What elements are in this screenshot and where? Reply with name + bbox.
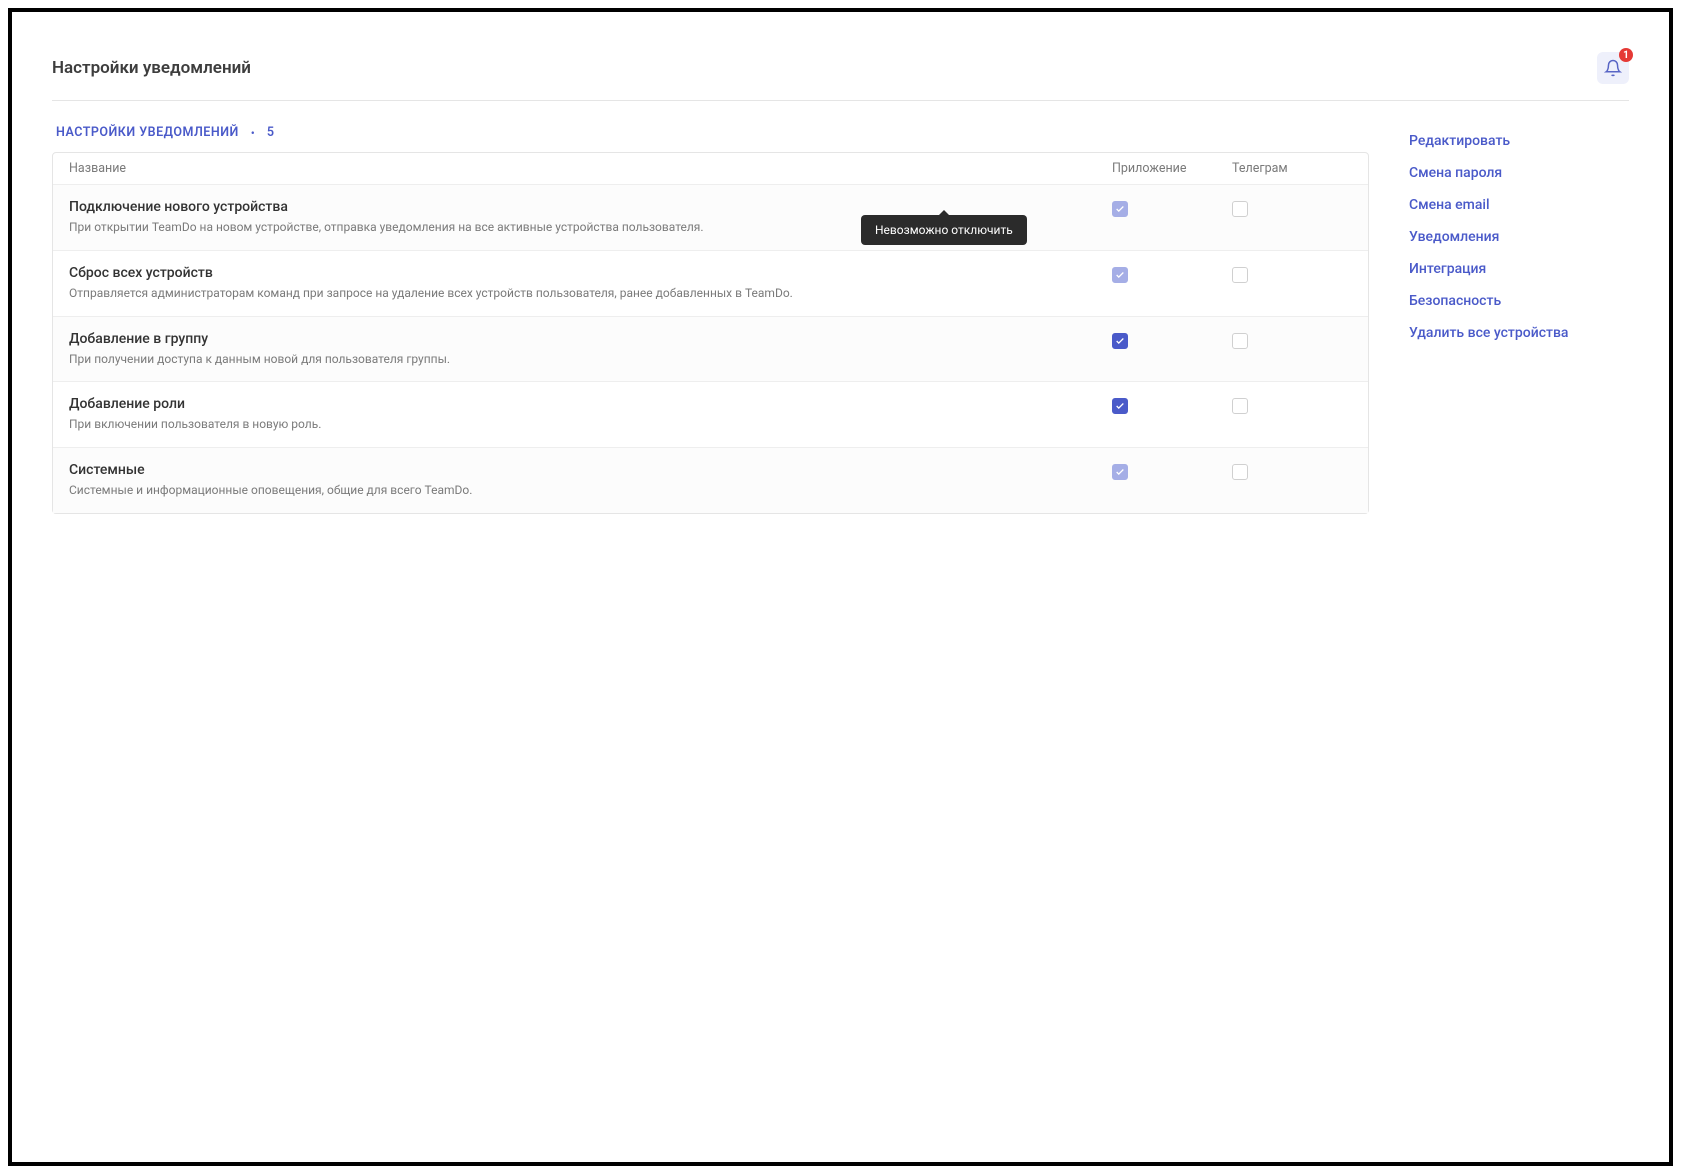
notifications-button[interactable]: 1 — [1597, 52, 1629, 84]
row-app-cell — [1112, 331, 1232, 349]
page-header: Настройки уведомлений 1 — [52, 52, 1629, 101]
column-app: Приложение — [1112, 161, 1232, 176]
bell-icon — [1604, 59, 1622, 77]
app-checkbox[interactable] — [1112, 333, 1128, 349]
telegram-checkbox[interactable] — [1232, 464, 1248, 480]
check-icon — [1115, 401, 1125, 411]
table-row: Системные Системные и информационные опов… — [53, 447, 1368, 513]
sidebar-link[interactable]: Смена пароля — [1409, 157, 1629, 189]
row-title: Системные — [69, 462, 1112, 478]
telegram-checkbox[interactable] — [1232, 201, 1248, 217]
row-title: Добавление роли — [69, 396, 1112, 412]
sidebar-link[interactable]: Интеграция — [1409, 253, 1629, 285]
page-title: Настройки уведомлений — [52, 58, 251, 78]
telegram-checkbox[interactable] — [1232, 267, 1248, 283]
row-telegram-cell — [1232, 331, 1352, 349]
app-checkbox[interactable] — [1112, 398, 1128, 414]
row-telegram-cell — [1232, 396, 1352, 414]
app-checkbox — [1112, 267, 1128, 283]
row-title: Добавление в группу — [69, 331, 1112, 347]
table-row: Добавление роли При включении пользовател… — [53, 381, 1368, 447]
row-telegram-cell — [1232, 199, 1352, 217]
row-name-cell: Добавление в группу При получении доступа… — [69, 331, 1112, 368]
row-description: При включении пользователя в новую роль. — [69, 416, 1112, 433]
row-app-cell — [1112, 462, 1232, 480]
sidebar-link[interactable]: Уведомления — [1409, 221, 1629, 253]
section-count: 5 — [267, 125, 274, 140]
telegram-checkbox[interactable] — [1232, 333, 1248, 349]
column-name: Название — [69, 161, 1112, 176]
section-title: НАСТРОЙКИ УВЕДОМЛЕНИЙ — [56, 125, 239, 140]
sidebar-link[interactable]: Безопасность — [1409, 285, 1629, 317]
notifications-table: Название Приложение Телеграм Подключение… — [52, 152, 1369, 514]
row-description: Системные и информационные оповещения, о… — [69, 482, 1112, 499]
row-title: Подключение нового устройства — [69, 199, 1112, 215]
sidebar-link[interactable]: Смена email — [1409, 189, 1629, 221]
notification-badge: 1 — [1619, 48, 1633, 62]
row-app-cell — [1112, 396, 1232, 414]
row-name-cell: Подключение нового устройства При открыти… — [69, 199, 1112, 236]
row-description: Отправляется администраторам команд при … — [69, 285, 1112, 302]
row-name-cell: Системные Системные и информационные опов… — [69, 462, 1112, 499]
row-telegram-cell — [1232, 462, 1352, 480]
row-name-cell: Добавление роли При включении пользовател… — [69, 396, 1112, 433]
table-body: Подключение нового устройства При открыти… — [53, 184, 1368, 513]
row-description: При открытии TeamDo на новом устройстве,… — [69, 219, 1112, 236]
check-icon — [1115, 270, 1125, 280]
check-icon — [1115, 336, 1125, 346]
app-checkbox — [1112, 464, 1128, 480]
section-header: НАСТРОЙКИ УВЕДОМЛЕНИЙ • 5 — [52, 125, 1369, 140]
sidebar-link[interactable]: Удалить все устройства — [1409, 317, 1629, 349]
app-checkbox — [1112, 201, 1128, 217]
telegram-checkbox[interactable] — [1232, 398, 1248, 414]
row-description: При получении доступа к данным новой для… — [69, 351, 1112, 368]
table-row: Подключение нового устройства При открыти… — [53, 184, 1368, 250]
row-name-cell: Сброс всех устройств Отправляется админис… — [69, 265, 1112, 302]
section-dot: • — [251, 126, 255, 140]
column-telegram: Телеграм — [1232, 161, 1352, 176]
check-icon — [1115, 467, 1125, 477]
table-header: Название Приложение Телеграм — [53, 153, 1368, 184]
table-row: Добавление в группу При получении доступа… — [53, 316, 1368, 382]
check-icon — [1115, 204, 1125, 214]
sidebar: РедактироватьСмена пароляСмена emailУвед… — [1409, 125, 1629, 514]
sidebar-link[interactable]: Редактировать — [1409, 125, 1629, 157]
row-app-cell — [1112, 265, 1232, 283]
main-content: НАСТРОЙКИ УВЕДОМЛЕНИЙ • 5 Название Прило… — [52, 125, 1369, 514]
row-telegram-cell — [1232, 265, 1352, 283]
row-title: Сброс всех устройств — [69, 265, 1112, 281]
row-app-cell — [1112, 199, 1232, 217]
table-row: Сброс всех устройств Отправляется админис… — [53, 250, 1368, 316]
